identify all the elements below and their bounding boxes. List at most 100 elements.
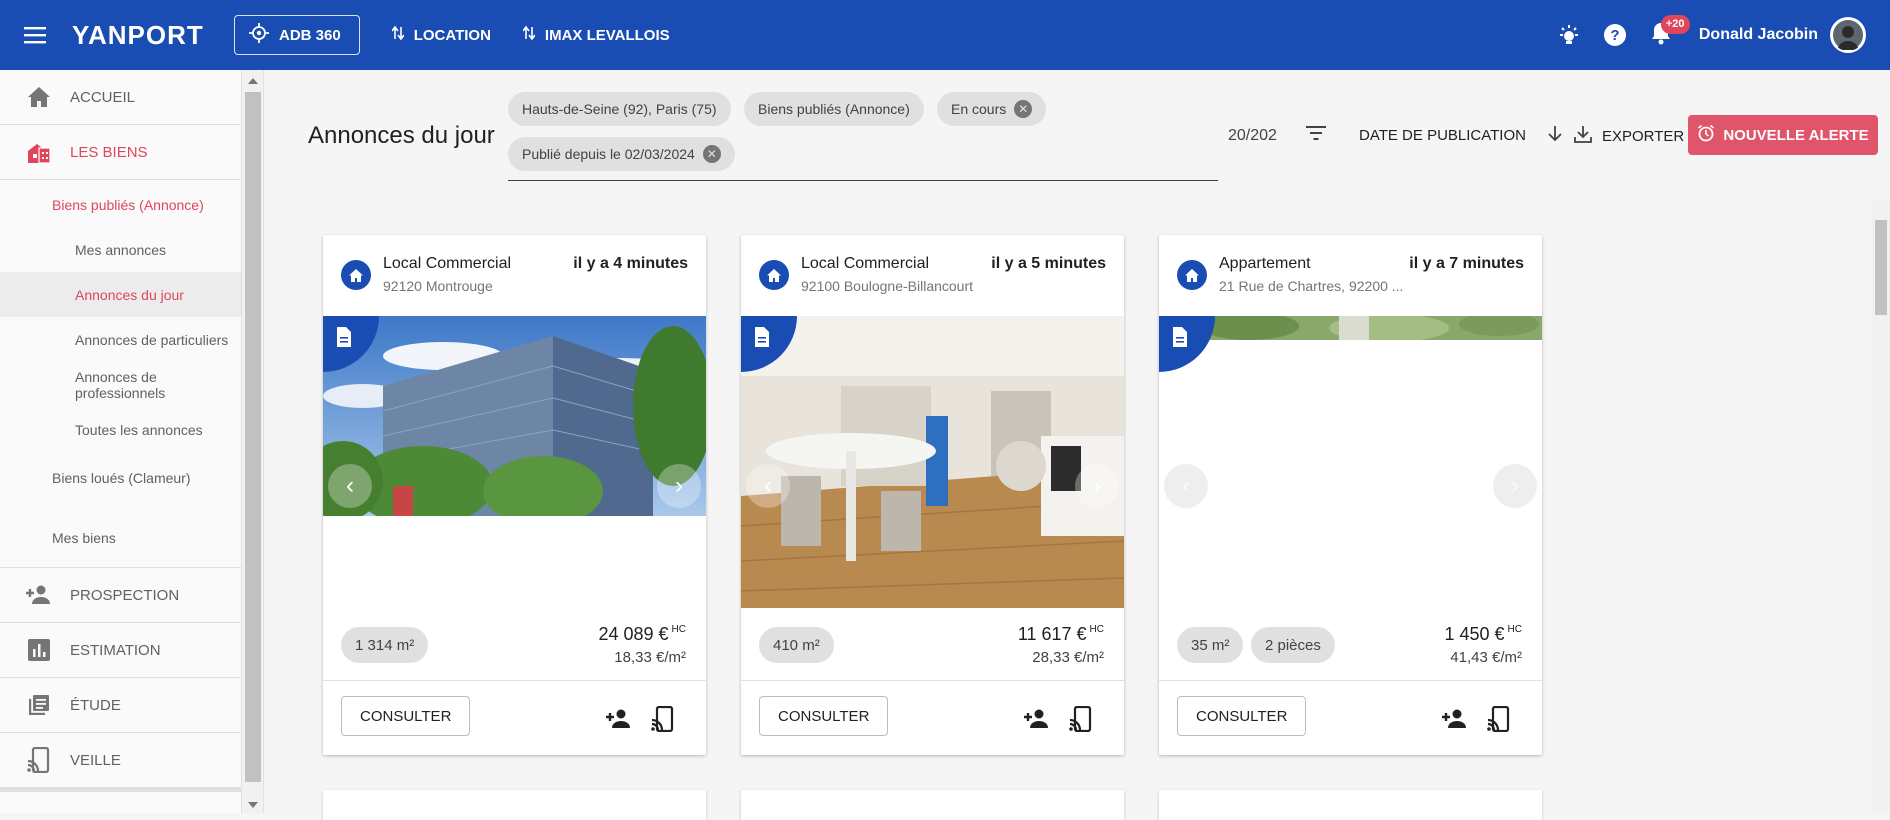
chip-label: Hauts-de-Seine (92), Paris (75): [522, 101, 717, 117]
chip-label: En cours: [951, 101, 1007, 117]
download-icon: [1574, 125, 1592, 147]
carousel-next-button[interactable]: ›: [1493, 464, 1537, 508]
swap-vert-icon: [391, 25, 405, 45]
sidebar-item-mes-biens[interactable]: Mes biens: [0, 508, 242, 568]
scroll-down-icon[interactable]: [248, 802, 258, 808]
filter-list-button[interactable]: [1306, 125, 1326, 145]
person-add-icon[interactable]: [1023, 705, 1051, 733]
surface-pill: 410 m²: [759, 627, 834, 663]
listing-card[interactable]: [1159, 790, 1542, 820]
price-per-m2: 41,43 €/m²: [1450, 649, 1522, 666]
page-header: Annonces du jour Hauts-de-Seine (92), Pa…: [294, 70, 1878, 200]
sidebar-item-accueil[interactable]: ACCUEIL: [0, 70, 242, 125]
sidebar-item-mes-annonces[interactable]: Mes annonces: [0, 227, 242, 272]
agency-switch[interactable]: IMAX LEVALLOIS: [522, 25, 670, 45]
sidebar-item-annonces-du-jour[interactable]: Annonces du jour: [0, 272, 242, 317]
home-icon: [759, 260, 789, 290]
listing-card[interactable]: [741, 790, 1124, 820]
price-suffix: HC: [1507, 624, 1522, 635]
carousel-prev-button[interactable]: ‹: [746, 464, 790, 508]
sort-button[interactable]: DATE DE PUBLICATION: [1359, 125, 1562, 145]
listing-card[interactable]: [323, 790, 706, 820]
agency-switch-label: IMAX LEVALLOIS: [544, 26, 670, 44]
results-counter: 20/202: [1228, 127, 1277, 144]
menu-icon[interactable]: [0, 0, 72, 70]
svg-text:?: ?: [1610, 27, 1619, 44]
filter-chip-location[interactable]: Hauts-de-Seine (92), Paris (75): [508, 92, 731, 126]
filter-chip-biens-publies[interactable]: Biens publiés (Annonce): [744, 92, 924, 126]
user-name[interactable]: Donald Jacobin: [1699, 26, 1818, 44]
listing-card[interactable]: Appartement 21 Rue de Chartres, 92200 ..…: [1159, 235, 1542, 755]
sidebar-item-annonces-professionnels[interactable]: Annonces de professionnels: [0, 362, 242, 407]
buildings-icon: [24, 137, 54, 167]
sidebar-scrollbar[interactable]: [241, 70, 263, 813]
main-content: Annonces du jour Hauts-de-Seine (92), Pa…: [294, 70, 1890, 820]
export-button[interactable]: EXPORTER: [1574, 125, 1684, 147]
consult-button[interactable]: CONSULTER: [1177, 696, 1307, 736]
app-logo[interactable]: YANPORT: [72, 20, 234, 51]
sidebar-item-estimation[interactable]: ESTIMATION: [0, 623, 242, 678]
swap-vert-icon: [522, 25, 536, 45]
agency-selector-button[interactable]: ADB 360: [234, 15, 360, 55]
home-icon: [341, 260, 371, 290]
carousel-prev-button[interactable]: ‹: [1164, 464, 1208, 508]
sidebar-item-label: Biens loués (Clameur): [52, 469, 191, 486]
property-photo[interactable]: [323, 316, 706, 516]
sidebar-item-label: Mes annonces: [75, 241, 167, 258]
publication-time: il y a 5 minutes: [991, 255, 1106, 272]
publication-time: il y a 4 minutes: [573, 255, 688, 272]
location-label: LOCATION: [413, 26, 491, 44]
cast-icon[interactable]: [649, 705, 677, 733]
sidebar-item-label: Toutes les annonces: [75, 421, 203, 438]
main-scrollbar[interactable]: [1872, 200, 1890, 813]
library-icon: [24, 690, 54, 720]
listing-card[interactable]: Local Commercial 92100 Boulogne-Billanco…: [741, 235, 1124, 755]
price-block: 11 617 € HC 28,33 €/m²: [1018, 624, 1104, 666]
sidebar-item-label: Mes biens: [52, 529, 116, 546]
property-photo[interactable]: [1159, 316, 1542, 340]
close-icon[interactable]: ✕: [702, 145, 721, 163]
consult-button[interactable]: CONSULTER: [759, 696, 889, 736]
property-photo[interactable]: [741, 316, 1124, 608]
sidebar-item-annonces-particuliers[interactable]: Annonces de particuliers: [0, 317, 242, 362]
close-icon[interactable]: ✕: [1014, 100, 1033, 118]
document-icon: [335, 326, 353, 353]
main-scroll-thumb[interactable]: [1875, 220, 1887, 315]
consult-button[interactable]: CONSULTER: [341, 696, 471, 736]
filter-chip-date[interactable]: Publié depuis le 02/03/2024 ✕: [508, 137, 735, 171]
cast-icon[interactable]: [1485, 705, 1513, 733]
listing-card[interactable]: Local Commercial 92120 Montrouge il y a …: [323, 235, 706, 755]
property-type: Local Commercial: [801, 255, 930, 272]
sidebar-item-prospection[interactable]: PROSPECTION: [0, 568, 242, 623]
person-add-icon[interactable]: [605, 705, 633, 733]
alarm-icon: [1697, 124, 1715, 146]
carousel-next-button[interactable]: ›: [1075, 464, 1119, 508]
sidebar-item-biens-publies[interactable]: Biens publiés (Annonce): [0, 182, 242, 227]
carousel-prev-button[interactable]: ‹: [328, 464, 372, 508]
sidebar: ACCUEIL LES BIENS Biens publiés (Annonce…: [0, 70, 264, 813]
chip-label: Biens publiés (Annonce): [758, 101, 910, 117]
cast-icon[interactable]: [1067, 705, 1095, 733]
sidebar-item-label: Annonces de professionnels: [75, 368, 166, 401]
surface-pill: 35 m²: [1177, 627, 1244, 663]
notifications-button[interactable]: +20: [1639, 13, 1690, 57]
location-switch[interactable]: LOCATION: [391, 25, 491, 45]
sidebar-scroll-thumb[interactable]: [245, 92, 261, 782]
new-alert-button[interactable]: NOUVELLE ALERTE: [1688, 115, 1878, 155]
filter-chip-en-cours[interactable]: En cours ✕: [937, 92, 1047, 126]
avatar[interactable]: [1830, 17, 1866, 53]
person-add-icon[interactable]: [1441, 705, 1469, 733]
sidebar-item-les-biens[interactable]: LES BIENS: [0, 125, 242, 180]
carousel-next-button[interactable]: ›: [657, 464, 701, 508]
sidebar-item-etude[interactable]: ÉTUDE: [0, 678, 242, 733]
sidebar-item-toutes-annonces[interactable]: Toutes les annonces: [0, 407, 242, 452]
lightbulb-icon[interactable]: [1547, 13, 1591, 57]
filter-input-underline[interactable]: [508, 180, 1218, 181]
scroll-up-icon[interactable]: [248, 78, 258, 84]
arrow-down-icon: [1548, 125, 1562, 145]
document-icon: [1171, 326, 1189, 353]
sidebar-item-label: ACCUEIL: [70, 88, 136, 106]
help-icon[interactable]: ?: [1593, 13, 1637, 57]
sidebar-item-biens-loues[interactable]: Biens loués (Clameur): [0, 455, 242, 500]
sidebar-item-veille[interactable]: VEILLE: [0, 733, 242, 788]
